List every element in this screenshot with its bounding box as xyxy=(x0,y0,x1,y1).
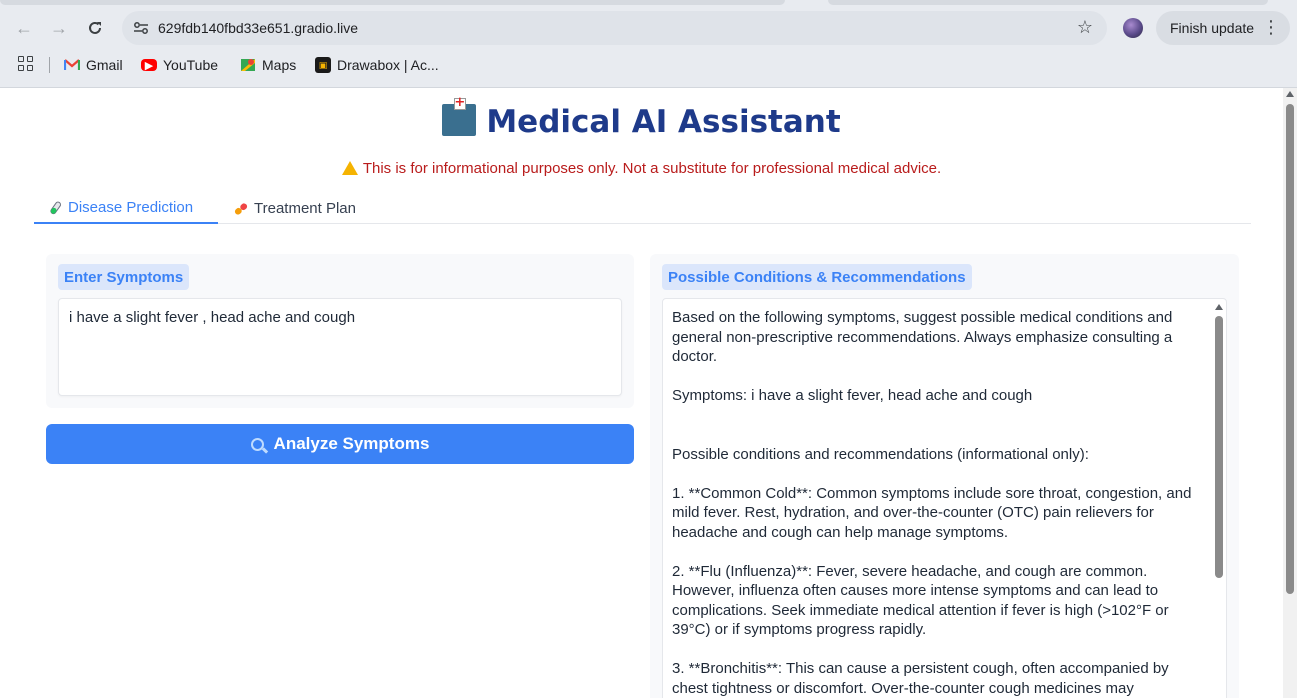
bookmarks-separator xyxy=(49,57,50,73)
tab-treatment-plan[interactable]: Treatment Plan xyxy=(220,193,370,224)
bookmark-gmail[interactable]: Gmail xyxy=(64,54,123,76)
results-scrollbar[interactable] xyxy=(1212,299,1226,698)
bookmark-label: Drawabox | Ac... xyxy=(337,57,439,73)
disclaimer-text: This is for informational purposes only.… xyxy=(362,160,942,177)
gmail-icon xyxy=(64,57,80,73)
more-menu-icon[interactable]: ⋮ xyxy=(1262,17,1280,38)
results-text: Based on the following symptoms, suggest… xyxy=(672,309,1192,697)
tab-label: Disease Prediction xyxy=(68,199,194,216)
forward-button[interactable]: → xyxy=(45,14,73,42)
bookmark-star-icon[interactable]: ☆ xyxy=(1077,17,1093,38)
results-panel: Possible Conditions & Recommendations Ba… xyxy=(650,254,1239,698)
drawabox-icon: ▣ xyxy=(315,57,331,73)
analyze-symptoms-button[interactable]: Analyze Symptoms xyxy=(46,424,634,464)
symptoms-panel: Enter Symptoms i have a slight fever , h… xyxy=(46,254,634,408)
scroll-up-arrow-icon[interactable] xyxy=(1215,304,1223,310)
bookmark-label: Gmail xyxy=(86,57,123,73)
maps-icon xyxy=(240,57,256,73)
tab-strip-edge xyxy=(828,0,1268,5)
browser-toolbar: ← → 629fdb140fbd33e651.gradio.live ☆ Fin… xyxy=(0,0,1297,88)
site-info-icon[interactable] xyxy=(132,19,150,37)
warning-icon xyxy=(341,161,358,175)
results-label: Possible Conditions & Recommendations xyxy=(662,264,972,290)
finish-update-label: Finish update xyxy=(1170,20,1255,36)
bookmarks-bar: Gmail ▶ YouTube Maps ▣ Drawabox | Ac... xyxy=(0,52,1297,78)
bookmark-maps[interactable]: Maps xyxy=(240,54,296,76)
page-scrollbar-thumb[interactable] xyxy=(1286,104,1294,594)
reload-button[interactable] xyxy=(81,14,109,42)
youtube-icon: ▶ xyxy=(141,59,157,72)
bookmark-label: Maps xyxy=(262,57,297,73)
bookmark-youtube[interactable]: ▶ YouTube xyxy=(141,54,218,76)
pill-icon xyxy=(234,202,248,215)
page-content: Medical AI Assistant This is for informa… xyxy=(0,88,1283,698)
bookmark-label: YouTube xyxy=(163,57,219,73)
results-output[interactable]: Based on the following symptoms, suggest… xyxy=(662,298,1227,698)
page-title-text: Medical AI Assistant xyxy=(486,104,841,140)
scrollbar-thumb[interactable] xyxy=(1215,316,1223,578)
page-title: Medical AI Assistant xyxy=(0,95,1283,140)
reload-icon xyxy=(89,21,101,34)
search-icon xyxy=(250,437,264,451)
tab-bar: Disease Prediction Treatment Plan xyxy=(34,193,1251,224)
page-scrollbar[interactable] xyxy=(1283,88,1297,698)
back-button[interactable]: ← xyxy=(10,14,38,42)
profile-avatar[interactable] xyxy=(1123,18,1143,38)
disclaimer: This is for informational purposes only.… xyxy=(0,160,1283,177)
tab-disease-prediction[interactable]: Disease Prediction xyxy=(34,193,218,224)
finish-update-button[interactable]: Finish update ⋮ xyxy=(1156,11,1290,45)
tab-label: Treatment Plan xyxy=(254,200,356,217)
hospital-icon xyxy=(442,95,477,136)
bookmark-drawabox[interactable]: ▣ Drawabox | Ac... xyxy=(315,54,439,76)
analyze-button-label: Analyze Symptoms xyxy=(273,434,430,453)
address-bar[interactable]: 629fdb140fbd33e651.gradio.live ☆ xyxy=(122,11,1107,45)
symptoms-label: Enter Symptoms xyxy=(58,264,190,290)
apps-grid-icon[interactable] xyxy=(18,56,36,74)
scroll-up-arrow-icon[interactable] xyxy=(1286,91,1294,97)
symptoms-input[interactable]: i have a slight fever , head ache and co… xyxy=(58,298,622,396)
test-tube-icon xyxy=(50,201,61,214)
url-text[interactable]: 629fdb140fbd33e651.gradio.live xyxy=(158,20,358,36)
tab-strip-edge xyxy=(0,0,785,5)
